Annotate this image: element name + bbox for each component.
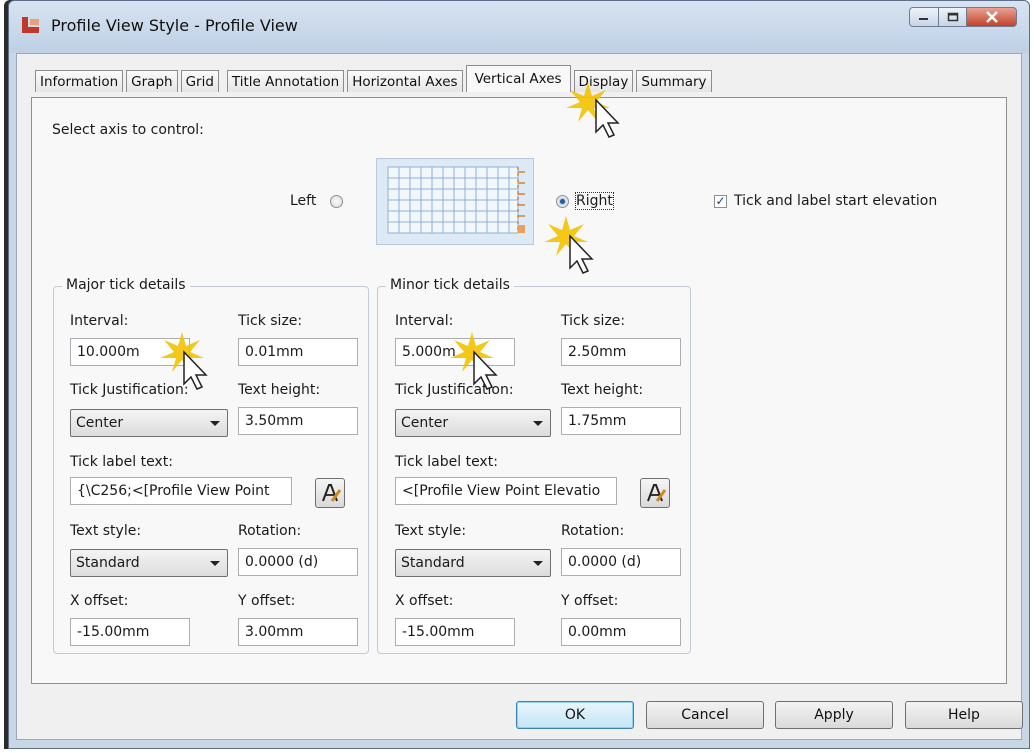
vertical-axes-panel: Select axis to control: Left Right ✓ Tic…: [0, 0, 1034, 753]
close-button[interactable]: [967, 7, 1017, 27]
tab-horizontal-axes[interactable]: Horizontal Axes: [347, 70, 463, 92]
apply-button[interactable]: Apply: [775, 701, 893, 729]
tab-graph[interactable]: Graph: [126, 70, 178, 92]
tab-panel-body: [31, 97, 1007, 684]
ok-button[interactable]: OK: [516, 701, 634, 729]
tab-display[interactable]: Display: [573, 70, 634, 92]
tab-title-annotation[interactable]: Title Annotation: [226, 70, 345, 92]
civil3d-app-icon: [22, 17, 39, 33]
cancel-button[interactable]: Cancel: [646, 701, 764, 729]
tab-grid[interactable]: Grid: [180, 70, 219, 92]
title-bar[interactable]: Profile View Style - Profile View: [9, 1, 1029, 53]
tab-vertical-axes[interactable]: Vertical Axes: [465, 65, 571, 92]
maximize-icon: [947, 12, 958, 22]
tab-summary[interactable]: Summary: [636, 70, 712, 92]
window-title: Profile View Style - Profile View: [51, 16, 298, 35]
close-icon: [985, 11, 998, 23]
tab-information[interactable]: Information: [35, 70, 124, 92]
help-button[interactable]: Help: [905, 701, 1023, 729]
tab-strip: Information Graph Grid Title Annotation …: [35, 64, 715, 92]
minimize-icon: [919, 18, 928, 20]
minimize-button[interactable]: [909, 7, 939, 27]
maximize-button[interactable]: [939, 7, 967, 27]
